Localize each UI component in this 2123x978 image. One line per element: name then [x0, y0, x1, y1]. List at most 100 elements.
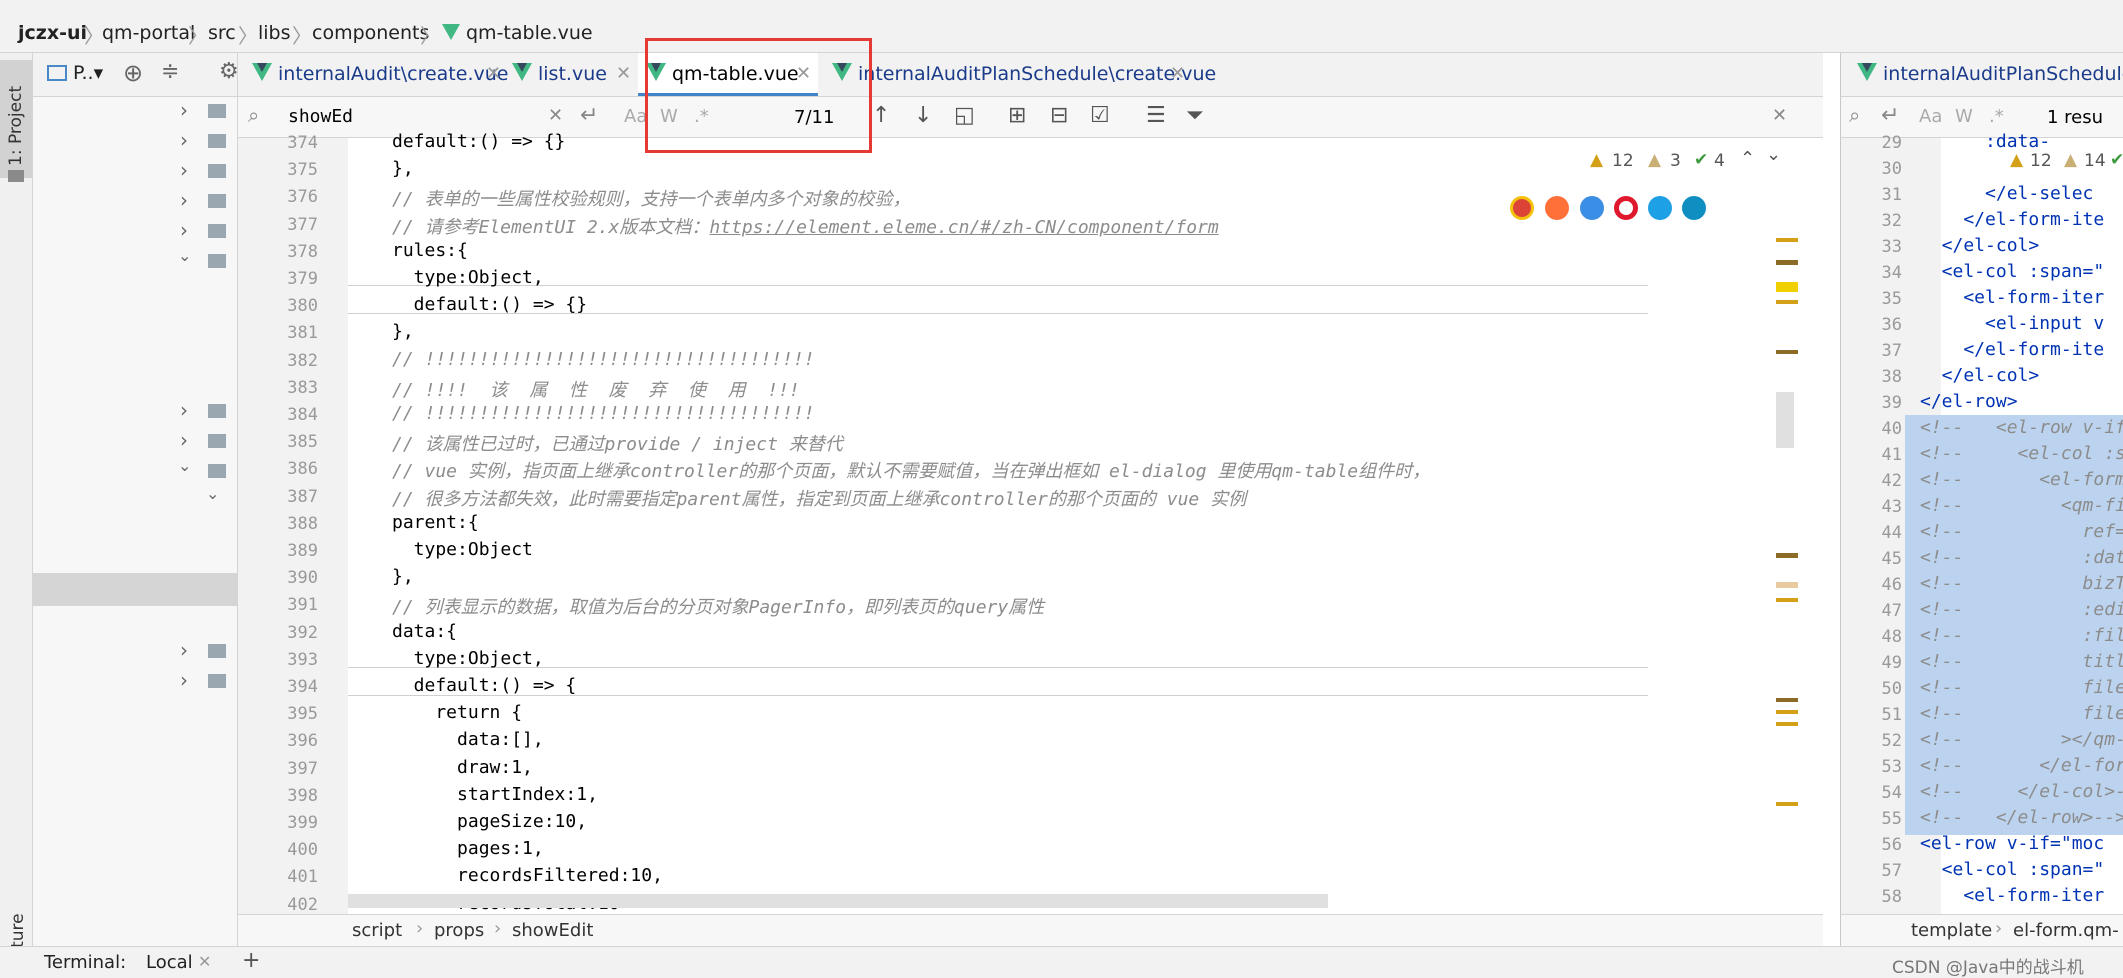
opera-icon[interactable] [1614, 196, 1638, 220]
new-line-icon[interactable]: ↵ [1881, 103, 1899, 128]
code-line[interactable]: <el-col :span=" [1920, 859, 2105, 880]
terminal-tab-local[interactable]: Local [146, 952, 193, 973]
code-line[interactable] [1920, 157, 2007, 178]
code-line[interactable]: default:() => {} [392, 131, 565, 152]
stripe-marker[interactable] [1776, 282, 1798, 292]
doc-link[interactable]: https://element.eleme.cn/#/zh-CN/compone… [709, 217, 1218, 238]
code-line[interactable]: <!-- <el-form- [1920, 469, 2123, 490]
code-line[interactable]: <!-- </el-col>- [1920, 781, 2123, 802]
code-line[interactable]: <el-form-iter [1920, 885, 2104, 906]
code-line[interactable]: <!-- fileT [1920, 703, 2123, 724]
tab-internal-audit-create[interactable]: internalAudit\create.vue ✕ [248, 53, 508, 96]
horizontal-scrollbar[interactable] [348, 894, 1328, 908]
stripe-marker[interactable] [1776, 260, 1798, 265]
find-in-window-icon[interactable]: ◱ [954, 103, 975, 128]
stripe-marker[interactable] [1776, 238, 1798, 242]
tab-internal-audit-plan-schedule-create[interactable]: internalAuditPlanSchedule\create.vue ✕ [828, 53, 1216, 96]
remove-occurrence-icon[interactable]: ⊟ [1050, 103, 1068, 128]
stripe-marker[interactable] [1776, 698, 1798, 702]
code-line[interactable]: <!-- <el-row v-if= [1920, 417, 2123, 438]
code-line[interactable]: rules:{ [392, 240, 468, 261]
breadcrumb-item[interactable]: libs [258, 22, 291, 44]
terminal-label[interactable]: Terminal: [44, 952, 126, 973]
collapse-all-icon[interactable]: ≑ [161, 59, 179, 84]
code-line[interactable]: type:Object, [392, 267, 544, 288]
chevron-up-icon[interactable]: ⌃ [1740, 148, 1755, 169]
code-line[interactable]: type:Object, [392, 648, 544, 669]
code-line[interactable]: <!-- :data [1920, 547, 2123, 568]
stripe-marker[interactable] [1776, 722, 1798, 726]
code-line[interactable]: </el-col> [1920, 365, 2040, 386]
code-line[interactable]: startIndex:1, [392, 784, 598, 805]
chevron-right-icon[interactable]: › [180, 428, 188, 452]
code-line[interactable]: recordsFiltered:10, [392, 865, 663, 886]
stripe-marker[interactable] [1776, 582, 1798, 588]
chevron-right-icon[interactable]: › [180, 98, 188, 122]
tab-list[interactable]: list.vue ✕ [508, 53, 633, 96]
code-line[interactable]: <!-- fileS [1920, 677, 2123, 698]
code-line[interactable]: // !!!! 该 属 性 废 弃 使 用 !!! [392, 376, 800, 402]
code-line[interactable]: </el-form-ite [1920, 339, 2104, 360]
code-line[interactable]: </el-col> [1920, 235, 2040, 256]
code-line[interactable]: </el-row> [1920, 391, 2018, 412]
chevron-right-icon[interactable]: › [180, 218, 188, 242]
code-line[interactable]: <!-- <qm-fi [1920, 495, 2123, 516]
new-line-icon[interactable]: ↵ [580, 103, 598, 128]
stripe-marker[interactable] [1776, 553, 1798, 558]
code-line[interactable]: <!-- :edit [1920, 599, 2123, 620]
code-line[interactable]: </el-selec [1920, 183, 2093, 204]
code-line[interactable]: default:() => { [392, 675, 577, 696]
firefox-icon[interactable] [1545, 196, 1569, 220]
tab-internal-audit-plan-schedule-split[interactable]: internalAuditPlanSchedule\crea [1853, 53, 2123, 96]
editor-breadcrumb-item[interactable]: showEdit [512, 920, 593, 941]
chrome-icon[interactable] [1510, 196, 1534, 220]
editor-breadcrumb-item[interactable]: template [1911, 920, 1992, 941]
safari-icon[interactable] [1580, 196, 1604, 220]
match-case-toggle[interactable]: Aa [1919, 106, 1942, 127]
code-line[interactable]: }, [392, 321, 414, 342]
code-line[interactable]: <el-input v [1920, 313, 2104, 334]
chevron-right-icon[interactable]: › [180, 398, 188, 422]
code-line[interactable]: // 很多方法都失效，此时需要指定parent属性，指定到页面上继承contro… [392, 485, 1246, 511]
code-line[interactable]: parent:{ [392, 512, 479, 533]
stripe-marker[interactable] [1776, 598, 1798, 602]
editor-breadcrumb-item[interactable]: script [352, 920, 402, 941]
breadcrumb-item[interactable]: components [312, 22, 429, 44]
regex-toggle[interactable]: .* [1989, 106, 2004, 127]
search-icon[interactable]: ⌕ [1849, 103, 1860, 127]
code-line[interactable]: data:[], [392, 729, 544, 750]
chevron-right-icon[interactable]: › [180, 638, 188, 662]
stripe-marker[interactable] [1776, 300, 1798, 304]
code-line[interactable]: <!-- <el-col :sp [1920, 443, 2123, 464]
match-case-toggle[interactable]: Aa [624, 106, 647, 127]
close-find-icon[interactable]: ✕ [1772, 105, 1787, 126]
code-line[interactable]: <!-- </el-row>--> [1920, 807, 2123, 828]
editor-breadcrumb-item[interactable]: el-form.qm- [2013, 920, 2119, 941]
chevron-right-icon[interactable]: › [180, 668, 188, 692]
code-line[interactable]: type:Object [392, 539, 533, 560]
search-icon[interactable]: ⌕ [248, 103, 259, 127]
edge-icon[interactable] [1682, 196, 1706, 220]
clear-icon[interactable]: ✕ [548, 105, 563, 126]
close-icon[interactable]: ✕ [486, 63, 501, 84]
code-line[interactable]: return { [392, 702, 522, 723]
tree-selected-row[interactable] [33, 573, 237, 606]
scrollbar-thumb[interactable] [1776, 392, 1794, 448]
select-all-occurrences-icon[interactable]: ☑ [1090, 103, 1110, 128]
inspections-widget[interactable]: ▲ 12 ▲ 3 ✔ 4 ⌃ ⌄ [1590, 144, 1781, 176]
add-icon[interactable]: + [242, 948, 260, 973]
code-line[interactable]: // 表单的一些属性校验规则，支持一个表单内多个对象的校验， [392, 185, 911, 211]
code-line[interactable]: // !!!!!!!!!!!!!!!!!!!!!!!!!!!!!!!!!!!! [392, 403, 815, 424]
close-icon[interactable]: ✕ [1170, 63, 1185, 84]
close-icon[interactable]: ✕ [616, 63, 631, 84]
stripe-marker[interactable] [1776, 350, 1798, 354]
code-line[interactable]: :data- [1920, 131, 2050, 152]
chevron-down-icon[interactable]: ⌄ [178, 456, 191, 475]
code-line[interactable]: data:{ [392, 621, 457, 642]
project-tool-tab[interactable]: 1: Project [0, 60, 32, 182]
project-view-select[interactable]: P..▾ [73, 62, 103, 84]
arrow-up-icon[interactable]: ↑ [872, 103, 890, 128]
code-line[interactable]: <!-- ref= [1920, 521, 2123, 542]
gear-icon[interactable]: ⚙ [219, 59, 239, 84]
code-line[interactable]: // vue 实例，指页面上继承controller的那个页面，默认不需要赋值，… [392, 457, 1430, 483]
